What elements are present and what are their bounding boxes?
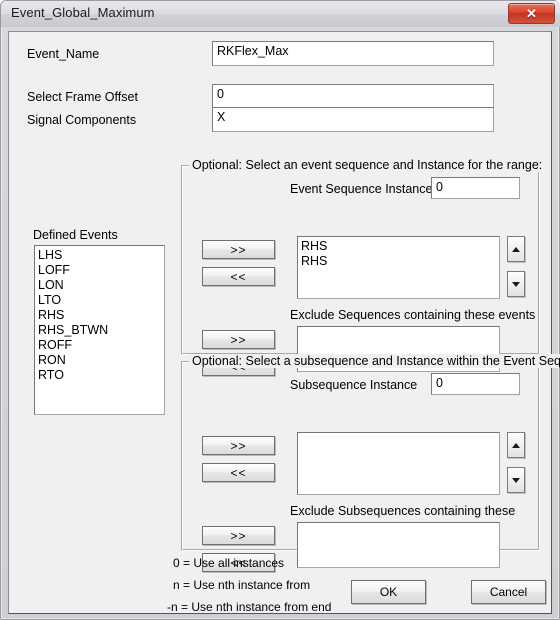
defined-events-list[interactable]: LHS LOFF LON LTO RHS RHS_BTWN ROFF RON R… (34, 245, 165, 415)
title-bar[interactable]: Event_Global_Maximum ✕ (1, 1, 560, 27)
subsequence-remove-button[interactable]: << (202, 463, 275, 482)
sequence-remove-button[interactable]: << (202, 267, 275, 286)
list-item[interactable]: RHS (298, 239, 499, 254)
event-sequence-instance-label: Event Sequence Instance (290, 182, 433, 196)
arrow-up-icon (512, 246, 520, 252)
arrow-down-icon (512, 281, 520, 287)
sequence-scroll-down-button[interactable] (507, 271, 525, 297)
event-name-label: Event_Name (27, 47, 100, 61)
list-item[interactable]: LOFF (35, 263, 164, 278)
signal-components-input[interactable]: X (212, 107, 494, 132)
list-item[interactable]: ROFF (35, 338, 164, 353)
exclude-subsequences-label: Exclude Subsequences containing these (290, 504, 516, 518)
subsequence-group-title: Optional: Select a subsequence and Insta… (189, 354, 560, 368)
subsequence-instance-label: Subsequence Instance (290, 378, 418, 392)
list-item[interactable]: LON (35, 278, 164, 293)
help-text-line-1: 0 = Use all instances (173, 556, 285, 570)
list-item[interactable]: RON (35, 353, 164, 368)
cancel-button[interactable]: Cancel (471, 580, 546, 604)
event-sequence-group: Optional: Select an event sequence and I… (181, 158, 546, 376)
list-item[interactable]: RHS (35, 308, 164, 323)
subsequence-scroll-up-button[interactable] (507, 432, 525, 458)
event-name-input[interactable]: RKFlex_Max (212, 41, 494, 66)
frame-offset-input[interactable]: 0 (212, 84, 494, 109)
signal-components-label: Signal Components (27, 113, 137, 127)
dialog-window: Event_Global_Maximum ✕ Event_Name RKFlex… (0, 0, 560, 620)
list-item[interactable]: RHS (298, 254, 499, 269)
help-text-line-2: n = Use nth instance from (173, 578, 311, 592)
close-button[interactable]: ✕ (508, 3, 555, 24)
arrow-down-icon (512, 477, 520, 483)
sequence-add-button[interactable]: >> (202, 240, 275, 259)
list-item[interactable]: LHS (35, 248, 164, 263)
subsequence-add-button[interactable]: >> (202, 436, 275, 455)
list-item[interactable]: LTO (35, 293, 164, 308)
list-item[interactable]: RHS_BTWN (35, 323, 164, 338)
frame-offset-label: Select Frame Offset (27, 90, 138, 104)
event-sequence-instance-input[interactable]: 0 (431, 177, 520, 199)
defined-events-label: Defined Events (33, 228, 118, 242)
exclude-sequence-add-button[interactable]: >> (202, 330, 275, 349)
dialog-client-area: Event_Name RKFlex_Max Select Frame Offse… (8, 31, 560, 614)
sequence-scroll-up-button[interactable] (507, 236, 525, 262)
window-title: Event_Global_Maximum (11, 5, 155, 20)
exclude-subsequence-add-button[interactable]: >> (202, 526, 275, 545)
subsequence-group: Optional: Select a subsequence and Insta… (181, 354, 560, 572)
close-icon: ✕ (526, 5, 537, 21)
subsequence-instance-input[interactable]: 0 (431, 373, 520, 395)
subsequence-list[interactable] (297, 432, 500, 495)
list-item[interactable]: RTO (35, 368, 164, 383)
exclude-sequences-label: Exclude Sequences containing these event… (290, 308, 536, 322)
ok-button[interactable]: OK (351, 580, 426, 604)
exclude-subsequences-list[interactable] (297, 522, 500, 568)
event-sequence-group-title: Optional: Select an event sequence and I… (189, 158, 546, 172)
arrow-up-icon (512, 442, 520, 448)
subsequence-scroll-down-button[interactable] (507, 467, 525, 493)
help-text-line-3: -n = Use nth instance from end (167, 600, 332, 614)
event-sequence-list[interactable]: RHS RHS (297, 236, 500, 299)
